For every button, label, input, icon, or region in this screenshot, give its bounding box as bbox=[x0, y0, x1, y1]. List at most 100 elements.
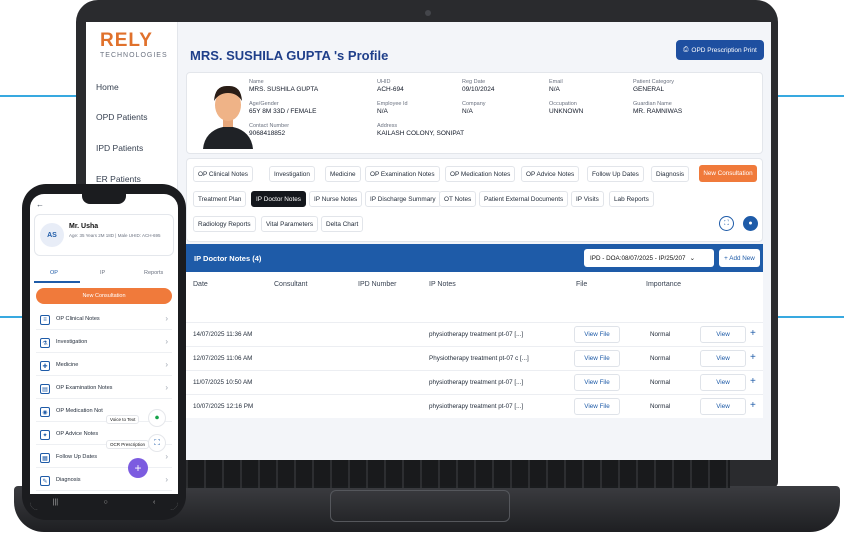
home-icon[interactable]: ○ bbox=[103, 499, 107, 506]
add-new-button[interactable]: + Add New bbox=[719, 249, 760, 267]
printer-icon: ⎙ bbox=[683, 46, 689, 53]
column-header-date: Date bbox=[193, 281, 208, 288]
list-item[interactable]: ✎ Diagnosis › bbox=[36, 471, 172, 491]
ip-doctor-notes-header: IP Doctor Notes (4) IPD - DOA:08/07/2025… bbox=[186, 244, 763, 272]
view-button[interactable]: View bbox=[700, 398, 746, 415]
column-header-importance: Importance bbox=[646, 281, 682, 288]
sidebar-item-er-patients[interactable]: ER Patients bbox=[96, 174, 141, 184]
field-patient-category: Patient Category GENERAL bbox=[633, 79, 674, 93]
phone-notch bbox=[82, 194, 126, 204]
tab-op-examination-notes[interactable]: OP Examination Notes bbox=[365, 166, 440, 182]
phone-tab-op[interactable]: OP bbox=[50, 270, 58, 276]
phone-patient-card: AS Mr. Usha Age: 35 Years 2M 18D | Male … bbox=[34, 214, 174, 256]
ip-doctor-notes-table: Date Consultant IPD Number IP Notes File… bbox=[186, 272, 763, 418]
opd-prescription-print-button[interactable]: ⎙ OPD Prescription Print bbox=[676, 40, 764, 60]
plus-icon[interactable]: + bbox=[750, 328, 756, 339]
view-file-button[interactable]: View File bbox=[574, 374, 620, 391]
row-ip-note: Physiotherapy treatment pt-07 c [...] bbox=[429, 355, 529, 362]
tab-op-advice-notes[interactable]: OP Advice Notes bbox=[521, 166, 580, 182]
back-arrow-icon[interactable]: ← bbox=[36, 200, 44, 209]
tab-medicine[interactable]: Medicine bbox=[325, 166, 361, 182]
add-fab-button[interactable]: + bbox=[128, 458, 148, 478]
scan-icon[interactable]: ⛶ bbox=[719, 216, 734, 231]
list-item[interactable]: ≡ OP Clinical Notes › bbox=[36, 310, 172, 330]
tab-vital-parameters[interactable]: Vital Parameters bbox=[261, 216, 319, 232]
list-item[interactable]: ✚ Medicine › bbox=[36, 356, 172, 376]
column-header-consultant: Consultant bbox=[274, 281, 308, 288]
row-importance: Normal bbox=[650, 379, 671, 386]
view-file-button[interactable]: View File bbox=[574, 326, 620, 343]
phone-patient-subtitle: Age: 35 Years 2M 18D | Male UHID: ACH-69… bbox=[69, 233, 161, 238]
view-file-button[interactable]: View File bbox=[574, 350, 620, 367]
logo-text: RELY bbox=[100, 30, 153, 51]
sidebar-item-opd-patients[interactable]: OPD Patients bbox=[96, 112, 148, 122]
tab-ot-notes[interactable]: OT Notes bbox=[439, 191, 477, 207]
plus-icon[interactable]: + bbox=[750, 376, 756, 387]
row-date: 12/07/2025 11:06 AM bbox=[193, 355, 253, 362]
tab-delta-chart[interactable]: Delta Chart bbox=[321, 216, 364, 232]
chevron-right-icon: › bbox=[165, 360, 168, 369]
tab-ip-discharge-summary[interactable]: IP Discharge Summary bbox=[365, 191, 441, 207]
row-ip-note: physiotherapy treatment pt-07 [...] bbox=[429, 379, 524, 386]
phone-tab-reports[interactable]: Reports bbox=[144, 270, 163, 276]
chevron-down-icon: ⌄ bbox=[689, 254, 695, 262]
tab-op-clinical-notes[interactable]: OP Clinical Notes bbox=[193, 166, 253, 182]
column-header-file: File bbox=[576, 281, 588, 288]
laptop-keyboard bbox=[170, 458, 730, 488]
phone-new-consultation-button[interactable]: New Consultation bbox=[36, 288, 172, 304]
calendar-icon: ▦ bbox=[40, 453, 50, 463]
row-importance: Normal bbox=[650, 403, 671, 410]
tab-lab-reports[interactable]: Lab Reports bbox=[609, 191, 654, 207]
back-icon[interactable]: ‹ bbox=[153, 499, 155, 506]
patient-avatar bbox=[203, 85, 253, 149]
table-row: 10/07/2025 12:16 PM physiotherapy treatm… bbox=[186, 394, 763, 418]
view-button[interactable]: View bbox=[700, 374, 746, 391]
page-title: MRS. SUSHILA GUPTA 's Profile bbox=[190, 48, 389, 63]
chevron-right-icon: › bbox=[165, 314, 168, 323]
list-item[interactable]: ▤ OP Examination Notes › bbox=[36, 379, 172, 399]
admission-date-select[interactable]: IPD - DOA:08/07/2025 - IP/25/207 ⌄ bbox=[584, 249, 714, 267]
tab-patient-external-documents[interactable]: Patient External Documents bbox=[479, 191, 569, 207]
row-date: 10/07/2025 12:16 PM bbox=[193, 403, 254, 410]
tab-treatment-plan[interactable]: Treatment Plan bbox=[193, 191, 247, 207]
view-file-button[interactable]: View File bbox=[574, 398, 620, 415]
plus-icon[interactable]: + bbox=[750, 400, 756, 411]
tab-diagnosis[interactable]: Diagnosis bbox=[651, 166, 690, 182]
view-button[interactable]: View bbox=[700, 350, 746, 367]
scan-icon[interactable]: ⛶ bbox=[148, 434, 166, 452]
field-employee-id: Employee Id N/A bbox=[377, 101, 408, 115]
field-contact-number: Contact Number 9068418852 bbox=[249, 123, 290, 137]
phone-patient-name: Mr. Usha bbox=[69, 223, 99, 230]
microphone-icon[interactable]: ● bbox=[743, 216, 758, 231]
tab-ip-visits[interactable]: IP Visits bbox=[571, 191, 604, 207]
tab-radiology-reports[interactable]: Radiology Reports bbox=[193, 216, 256, 232]
tab-follow-up-dates[interactable]: Follow Up Dates bbox=[587, 166, 644, 182]
sidebar-item-ipd-patients[interactable]: IPD Patients bbox=[96, 143, 143, 153]
recent-apps-icon[interactable]: ||| bbox=[53, 499, 58, 506]
lightbulb-icon: ✦ bbox=[40, 430, 50, 440]
medicine-icon: ✚ bbox=[40, 361, 50, 371]
logo-subtext: TECHNOLOGIES bbox=[100, 52, 168, 59]
notes-section-title: IP Doctor Notes (4) bbox=[194, 254, 262, 263]
tab-ip-doctor-notes[interactable]: IP Doctor Notes bbox=[251, 191, 306, 207]
voice-to-text-label: Voice to Text bbox=[106, 415, 140, 424]
view-button[interactable]: View bbox=[700, 326, 746, 343]
field-guardian-name: Guardian Name MR. RAMNIWAS bbox=[633, 101, 683, 115]
tab-investigation[interactable]: Investigation bbox=[269, 166, 315, 182]
field-company: Company N/A bbox=[462, 101, 486, 115]
camera-dot bbox=[425, 10, 431, 16]
phone-screen: ← AS Mr. Usha Age: 35 Years 2M 18D | Mal… bbox=[30, 194, 178, 510]
table-row: 14/07/2025 11:36 AM physiotherapy treatm… bbox=[186, 322, 763, 346]
diagnosis-icon: ✎ bbox=[40, 476, 50, 486]
sidebar-item-home[interactable]: Home bbox=[96, 82, 119, 92]
new-consultation-button[interactable]: New Consultation bbox=[699, 165, 757, 182]
microphone-icon[interactable]: ⏺ bbox=[148, 409, 166, 427]
phone-tab-ip[interactable]: IP bbox=[100, 270, 105, 276]
plus-icon[interactable]: + bbox=[750, 352, 756, 363]
list-item[interactable]: ⚗ Investigation › bbox=[36, 333, 172, 353]
laptop-screen: RELY TECHNOLOGIES Home OPD Patients IPD … bbox=[86, 22, 771, 460]
list-item[interactable]: ▦ Follow Up Dates › bbox=[36, 448, 172, 468]
tab-ip-nurse-notes[interactable]: IP Nurse Notes bbox=[309, 191, 363, 207]
field-email: Email N/A bbox=[549, 79, 563, 93]
tab-op-medication-notes[interactable]: OP Medication Notes bbox=[445, 166, 516, 182]
